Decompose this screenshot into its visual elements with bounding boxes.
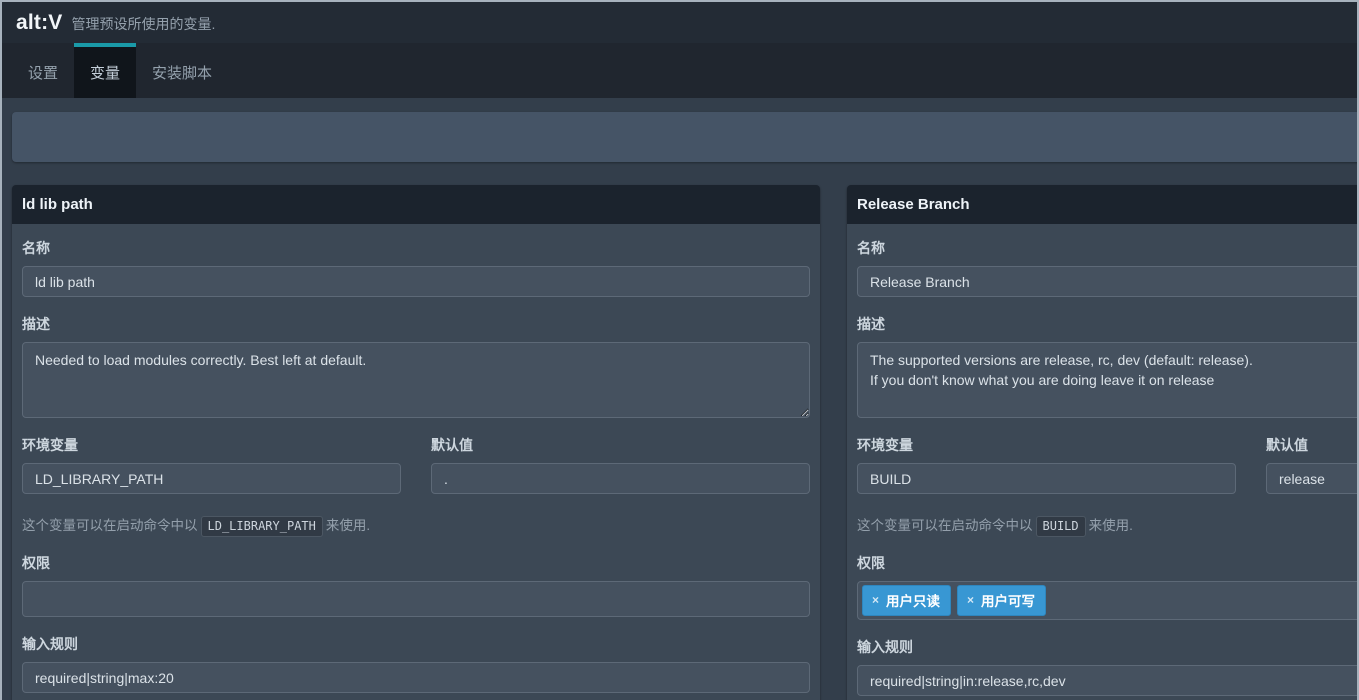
- env-variable-input[interactable]: [22, 463, 401, 494]
- variable-card-ld-lib-path: ld lib path 名称 描述 Needed to load modules…: [12, 185, 820, 700]
- env-variable-label: 环境变量: [857, 437, 913, 453]
- browser-viewport: alt:V 管理预设所使用的变量. 设置 变量 安装脚本 ld lib path…: [0, 0, 1359, 700]
- env-variable-label: 环境变量: [22, 437, 78, 453]
- input-rules-input[interactable]: [857, 665, 1357, 696]
- empty-panel: [12, 112, 1357, 162]
- default-value-label: 默认值: [1266, 437, 1308, 453]
- permission-tag-user-editable[interactable]: × 用户可写: [957, 585, 1047, 616]
- remove-tag-icon[interactable]: ×: [872, 594, 879, 606]
- page-header: alt:V 管理预设所使用的变量.: [2, 2, 1357, 43]
- permissions-select[interactable]: × 用户只读 × 用户可写: [857, 581, 1357, 620]
- startup-hint: 这个变量可以在启动命令中以 BUILD 来使用.: [857, 514, 1357, 537]
- input-rules-input[interactable]: [22, 662, 810, 693]
- name-label: 名称: [857, 240, 885, 256]
- default-value-label: 默认值: [431, 437, 473, 453]
- card-title: ld lib path: [12, 185, 820, 224]
- page-content: ld lib path 名称 描述 Needed to load modules…: [2, 112, 1357, 700]
- permissions-label: 权限: [22, 555, 50, 571]
- name-input[interactable]: [857, 266, 1357, 297]
- description-textarea[interactable]: Needed to load modules correctly. Best l…: [22, 342, 810, 418]
- description-textarea[interactable]: The supported versions are release, rc, …: [857, 342, 1357, 418]
- tab-install-script[interactable]: 安装脚本: [136, 43, 228, 98]
- variable-card-release-branch: Release Branch 名称 描述 The supported versi…: [847, 185, 1357, 700]
- tab-bar: 设置 变量 安装脚本: [2, 43, 1357, 98]
- env-variable-input[interactable]: [857, 463, 1236, 494]
- name-input[interactable]: [22, 266, 810, 297]
- card-title: Release Branch: [847, 185, 1357, 224]
- page-title: alt:V: [16, 10, 63, 34]
- description-label: 描述: [857, 316, 885, 332]
- env-code-badge: LD_LIBRARY_PATH: [200, 516, 323, 537]
- variable-cards: ld lib path 名称 描述 Needed to load modules…: [12, 185, 1357, 700]
- startup-hint: 这个变量可以在启动命令中以 LD_LIBRARY_PATH 来使用.: [22, 514, 810, 537]
- permissions-label: 权限: [857, 555, 885, 571]
- tab-variables[interactable]: 变量: [74, 43, 137, 98]
- card-body: 名称 描述 Needed to load modules correctly. …: [12, 224, 820, 700]
- input-rules-label: 输入规则: [857, 639, 913, 655]
- description-label: 描述: [22, 316, 50, 332]
- remove-tag-icon[interactable]: ×: [967, 594, 974, 606]
- default-value-input[interactable]: [431, 463, 810, 494]
- page-subtitle: 管理预设所使用的变量.: [71, 16, 216, 32]
- card-body: 名称 描述 The supported versions are release…: [847, 224, 1357, 700]
- permissions-select[interactable]: [22, 581, 810, 617]
- env-code-badge: BUILD: [1035, 516, 1086, 537]
- permission-tag-user-viewable[interactable]: × 用户只读: [862, 585, 952, 616]
- input-rules-label: 输入规则: [22, 636, 78, 652]
- default-value-input[interactable]: [1266, 463, 1357, 494]
- name-label: 名称: [22, 240, 50, 256]
- tab-settings[interactable]: 设置: [12, 43, 74, 98]
